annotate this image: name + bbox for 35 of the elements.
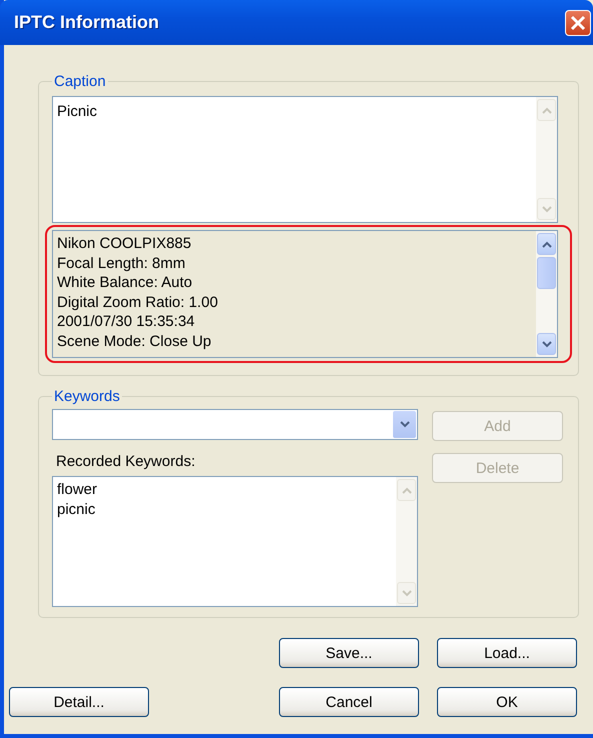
caption-text: Picnic (56, 102, 98, 122)
keyword-list[interactable]: flower picnic (52, 476, 418, 607)
scroll-up-button[interactable] (537, 233, 556, 255)
keyword-combo-box[interactable] (52, 409, 418, 440)
ok-button[interactable]: OK (437, 687, 577, 717)
scroll-thumb[interactable] (537, 257, 556, 289)
recorded-keywords-label: Recorded Keywords: (56, 453, 196, 470)
close-icon (569, 14, 587, 32)
save-button[interactable]: Save... (279, 638, 419, 668)
cancel-button[interactable]: Cancel (279, 687, 419, 717)
chevron-up-icon (542, 106, 552, 114)
close-button[interactable] (565, 10, 591, 36)
chevron-down-icon (400, 421, 410, 428)
window-title: IPTC Information (14, 12, 159, 33)
dropdown-button[interactable] (393, 411, 416, 438)
info-line: Digital Zoom Ratio: 1.00 (57, 292, 219, 312)
group-label: Keywords (53, 388, 121, 405)
scroll-down-button[interactable] (537, 333, 556, 355)
info-line: Focal Length: 8mm (57, 254, 186, 274)
chevron-down-icon (402, 590, 412, 596)
chevron-up-icon (542, 240, 552, 248)
chevron-down-icon (542, 340, 552, 348)
keyword-item[interactable]: flower (57, 480, 392, 500)
detail-button[interactable]: Detail... (9, 687, 149, 717)
load-button[interactable]: Load... (437, 638, 577, 668)
caption-field[interactable]: Picnic (52, 96, 558, 223)
info-line: 2001/07/30 15:35:34 (57, 312, 196, 332)
info-line: Nikon COOLPIX885 (57, 234, 192, 254)
chevron-up-icon (402, 486, 412, 494)
keyword-item[interactable]: picnic (57, 500, 392, 520)
info-line: Scene Mode: Close Up (57, 332, 212, 352)
group-label: Caption (53, 73, 107, 90)
chevron-down-icon (542, 206, 552, 212)
info-line: White Balance: Auto (57, 273, 194, 293)
scrollbar[interactable] (536, 231, 557, 357)
